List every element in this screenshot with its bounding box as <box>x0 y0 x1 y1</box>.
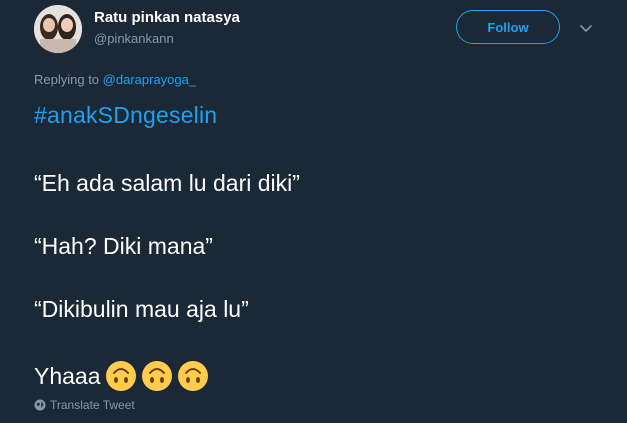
tweet-text-line: “Hah? Diki mana” <box>34 233 213 259</box>
translate-tweet-label[interactable]: Translate Tweet <box>50 398 135 412</box>
upside-down-face-emoji <box>141 361 172 391</box>
tweet-text-line-with-emoji: Yhaaa <box>34 360 209 392</box>
tweet-card: Ratu pinkan natasya @pinkankann Follow R… <box>0 0 627 423</box>
reply-mention-link[interactable]: @daraprayoga_ <box>103 72 196 87</box>
translate-tweet-link[interactable]: Translate Tweet <box>34 398 135 412</box>
tweet-text-final: Yhaaa <box>34 362 101 389</box>
chevron-down-icon[interactable] <box>578 20 594 36</box>
upside-down-face-emoji <box>177 361 208 391</box>
display-name[interactable]: Ratu pinkan natasya <box>94 9 240 26</box>
replying-to: Replying to @daraprayoga_ <box>34 72 196 87</box>
upside-down-face-emoji <box>105 361 136 391</box>
tweet-text-line: “Eh ada salam lu dari diki” <box>34 170 300 196</box>
follow-button[interactable]: Follow <box>456 10 560 44</box>
hashtag-link[interactable]: #anakSDngeselin <box>34 102 217 129</box>
replying-to-label: Replying to <box>34 72 100 87</box>
user-handle[interactable]: @pinkankann <box>94 31 174 46</box>
avatar[interactable] <box>34 5 82 53</box>
tweet-text-line: “Dikibulin mau aja lu” <box>34 296 249 322</box>
globe-icon <box>34 399 46 411</box>
